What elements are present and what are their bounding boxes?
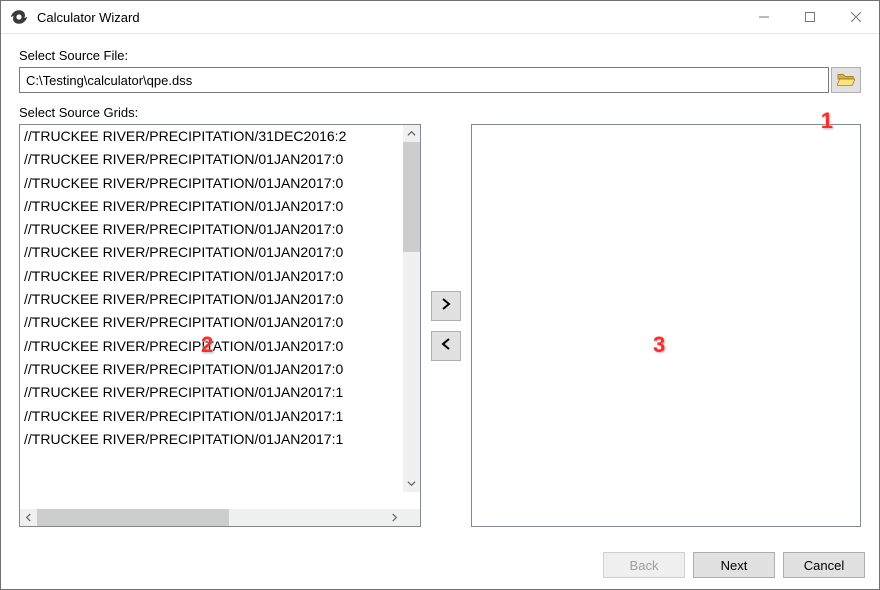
list-item[interactable]: //TRUCKEE RIVER/PRECIPITATION/01JAN2017:… (20, 381, 403, 404)
list-item[interactable]: //TRUCKEE RIVER/PRECIPITATION/01JAN2017:… (20, 172, 403, 195)
source-file-label: Select Source File: (19, 48, 861, 63)
list-items: //TRUCKEE RIVER/PRECIPITATION/31DEC2016:… (20, 125, 403, 509)
hscroll-thumb[interactable] (37, 509, 229, 526)
window-title: Calculator Wizard (37, 10, 140, 25)
list-item[interactable]: //TRUCKEE RIVER/PRECIPITATION/01JAN2017:… (20, 358, 403, 381)
list-item[interactable]: //TRUCKEE RIVER/PRECIPITATION/01JAN2017:… (20, 288, 403, 311)
titlebar: Calculator Wizard (1, 1, 879, 34)
vertical-scrollbar[interactable] (403, 125, 420, 492)
scroll-corner (403, 509, 420, 526)
list-item[interactable]: //TRUCKEE RIVER/PRECIPITATION/01JAN2017:… (20, 148, 403, 171)
list-item[interactable]: //TRUCKEE RIVER/PRECIPITATION/31DEC2016:… (20, 125, 403, 148)
scroll-up-icon[interactable] (403, 125, 420, 142)
source-grids-label: Select Source Grids: (19, 105, 861, 120)
browse-button[interactable] (831, 67, 861, 93)
wizard-window: Calculator Wizard Select Source File: (0, 0, 880, 590)
list-item[interactable]: //TRUCKEE RIVER/PRECIPITATION/01JAN2017:… (20, 241, 403, 264)
list-item[interactable]: //TRUCKEE RIVER/PRECIPITATION/01JAN2017:… (20, 265, 403, 288)
transfer-buttons (431, 124, 461, 527)
scroll-thumb[interactable] (403, 142, 420, 252)
wizard-footer: Back Next Cancel (1, 541, 879, 589)
selected-grids-list[interactable] (471, 124, 861, 527)
list-item[interactable]: //TRUCKEE RIVER/PRECIPITATION/01JAN2017:… (20, 311, 403, 334)
move-right-button[interactable] (431, 291, 461, 321)
minimize-button[interactable] (741, 1, 787, 33)
hscroll-track[interactable] (37, 509, 386, 526)
scroll-right-icon[interactable] (386, 509, 403, 526)
cancel-button[interactable]: Cancel (783, 552, 865, 578)
scroll-track[interactable] (403, 142, 420, 475)
dual-list-area: //TRUCKEE RIVER/PRECIPITATION/31DEC2016:… (19, 124, 861, 527)
wizard-content: Select Source File: Select Source Grids:… (1, 34, 879, 541)
list-item[interactable]: //TRUCKEE RIVER/PRECIPITATION/01JAN2017:… (20, 218, 403, 241)
scroll-left-icon[interactable] (20, 509, 37, 526)
maximize-button[interactable] (787, 1, 833, 33)
chevron-right-icon (441, 298, 451, 313)
list-item[interactable]: //TRUCKEE RIVER/PRECIPITATION/01JAN2017:… (20, 335, 403, 358)
move-left-button[interactable] (431, 331, 461, 361)
source-file-row (19, 67, 861, 93)
scroll-down-icon[interactable] (403, 475, 420, 492)
app-icon (9, 7, 29, 27)
available-grids-list[interactable]: //TRUCKEE RIVER/PRECIPITATION/31DEC2016:… (19, 124, 421, 527)
list-item[interactable]: //TRUCKEE RIVER/PRECIPITATION/01JAN2017:… (20, 195, 403, 218)
list-item[interactable]: //TRUCKEE RIVER/PRECIPITATION/01JAN2017:… (20, 428, 403, 451)
list-item[interactable]: //TRUCKEE RIVER/PRECIPITATION/01JAN2017:… (20, 405, 403, 428)
next-button[interactable]: Next (693, 552, 775, 578)
back-button[interactable]: Back (603, 552, 685, 578)
horizontal-scrollbar[interactable] (20, 509, 420, 526)
open-folder-icon (837, 71, 855, 90)
source-file-input[interactable] (19, 67, 829, 93)
chevron-left-icon (441, 338, 451, 353)
close-button[interactable] (833, 1, 879, 33)
